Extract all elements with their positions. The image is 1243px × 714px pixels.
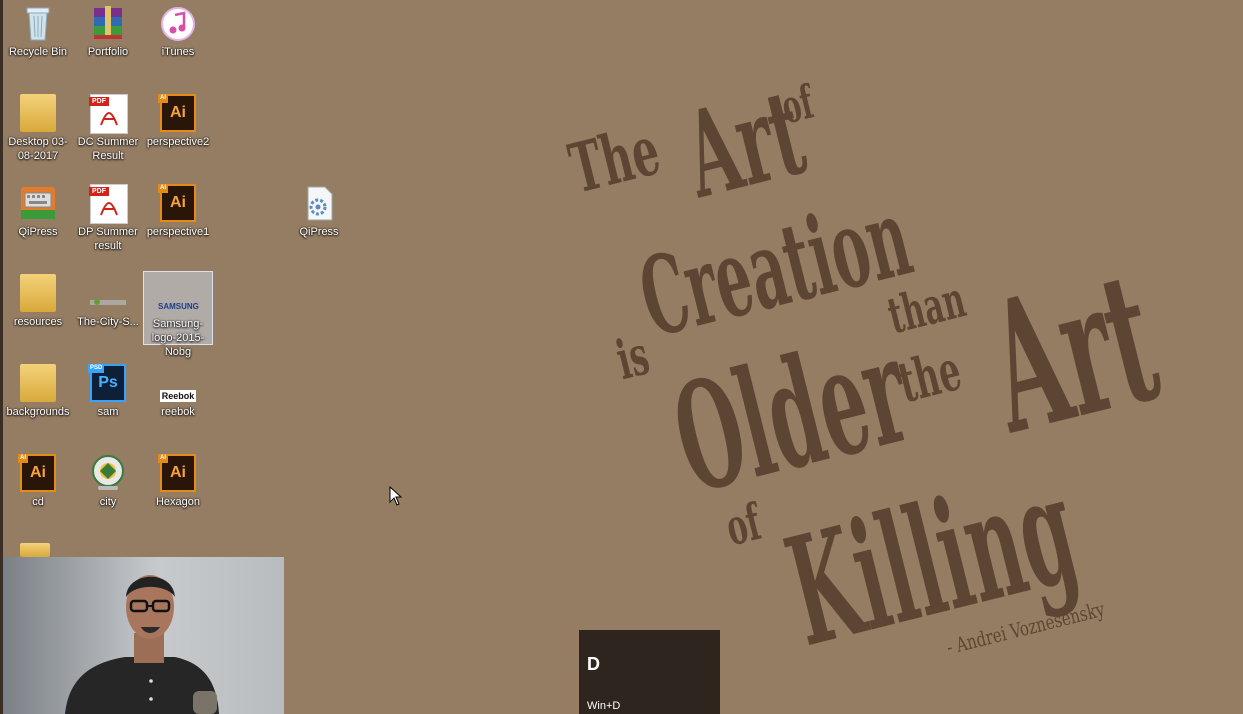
presenter-video [65, 575, 219, 714]
folder-icon[interactable] [20, 543, 50, 557]
file-type-tag: AI [158, 94, 168, 103]
desktop-icon-dc-summer-result[interactable]: PDF DC Summer Result [73, 90, 143, 174]
ai-glyph: Ai [30, 464, 46, 481]
folder-icon [20, 94, 56, 132]
folder-icon [20, 364, 56, 402]
city-logo-icon [90, 454, 126, 492]
photoshop-file-icon: PSD Ps [88, 364, 126, 402]
itunes-icon [160, 4, 196, 42]
desktop-icon-portfolio[interactable]: Portfolio [73, 0, 143, 84]
illustrator-file-icon: AI Ai [158, 454, 196, 492]
wallpaper-quote: The Art of Creation is Older than the Ar… [540, 40, 1220, 680]
desktop-icon-cd[interactable]: AI Ai cd [3, 450, 73, 534]
illustrator-file-icon: AI Ai [158, 184, 196, 222]
recycle-bin-icon [20, 4, 56, 42]
file-type-tag: AI [158, 454, 168, 463]
icon-label: DP Summer result [78, 226, 138, 252]
desktop-icon-city[interactable]: city [73, 450, 143, 534]
desktop-icon-the-city[interactable]: The-City-S... [73, 270, 143, 354]
keyboard-app-icon [20, 184, 56, 222]
desktop-icon-qipress-file[interactable]: QiPress [284, 180, 354, 264]
icon-label: reebok [161, 406, 195, 418]
desktop-icon-desktop-folder[interactable]: Desktop 03-08-2017 [3, 90, 73, 174]
quote-word-is: is [610, 322, 656, 393]
icon-label: Hexagon [155, 496, 201, 508]
settings-file-icon [301, 184, 337, 222]
illustrator-file-icon: AI Ai [18, 454, 56, 492]
ps-glyph: Ps [98, 374, 118, 391]
icon-label: Samsung-logo-2015-Nobg [151, 318, 205, 358]
icon-label: city [99, 496, 117, 508]
icon-label: Recycle Bin [8, 46, 68, 58]
icon-label: backgrounds [6, 406, 70, 418]
desktop-icon-reebok[interactable]: Reebok reebok [143, 360, 213, 444]
folder-icon [20, 274, 56, 312]
reebok-logo-text: Reebok [160, 390, 196, 402]
desktop-icon-backgrounds[interactable]: backgrounds [3, 360, 73, 444]
icon-label: QiPress [18, 226, 58, 238]
icon-label: Desktop 03-08-2017 [8, 136, 68, 162]
desktop-icon-dp-summer-result[interactable]: PDF DP Summer result [73, 180, 143, 264]
desktop-icon-sam[interactable]: PSD Ps sam [73, 360, 143, 444]
webcam-overlay [3, 557, 284, 714]
file-type-tag: AI [18, 454, 28, 463]
desktop-icon-hexagon[interactable]: AI Ai Hexagon [143, 450, 213, 534]
icon-label: cd [32, 496, 44, 508]
icon-label: The-City-S... [77, 316, 139, 328]
illustrator-file-icon: AI Ai [158, 94, 196, 132]
icon-label: perspective1 [146, 226, 210, 238]
samsung-logo-text: SAMSUNG [158, 302, 199, 311]
desktop-icon-resources[interactable]: resources [3, 270, 73, 354]
ai-glyph: Ai [170, 464, 186, 481]
pdf-file-icon: PDF [89, 184, 128, 224]
icon-label: resources [13, 316, 63, 328]
quote-word-art-2: Art [970, 231, 1176, 475]
icon-label: sam [97, 406, 119, 418]
file-type-tag: PDF [89, 187, 109, 196]
reebok-logo-thumbnail-icon: Reebok [160, 364, 196, 402]
quote-word-the: The [562, 110, 668, 210]
shortcut-overlay: D Win+D [579, 630, 720, 714]
desktop-icon-perspective1[interactable]: AI Ai perspective1 [143, 180, 213, 264]
desktop-icon-samsung-logo[interactable]: SAMSUNG Samsung-logo-2015-Nobg [143, 271, 213, 358]
winrar-archive-icon [90, 4, 126, 42]
pdf-file-icon: PDF [89, 94, 128, 134]
icon-label: DC Summer Result [77, 136, 139, 162]
file-type-tag: PSD [88, 364, 105, 373]
ai-glyph: Ai [170, 104, 186, 121]
desktop-icon-recycle-bin[interactable]: Recycle Bin [3, 0, 73, 84]
samsung-logo-thumbnail-icon: SAMSUNG [144, 272, 212, 316]
mouse-cursor-icon [389, 485, 403, 511]
image-thumbnail-icon [90, 274, 126, 312]
file-type-tag: AI [158, 184, 168, 193]
icon-label: Portfolio [87, 46, 129, 58]
desktop-background[interactable]: The Art of Creation is Older than the Ar… [0, 0, 1243, 714]
shortcut-key: D [587, 654, 600, 674]
ai-glyph: Ai [170, 194, 186, 211]
file-type-tag: PDF [89, 97, 109, 106]
desktop-icon-perspective2[interactable]: AI Ai perspective2 [143, 90, 213, 174]
icon-label: QiPress [299, 226, 339, 238]
icon-label: perspective2 [146, 136, 210, 148]
desktop-icon-itunes[interactable]: iTunes [143, 0, 213, 84]
icon-label: iTunes [161, 46, 195, 58]
shortcut-combo: Win+D [587, 700, 621, 712]
desktop-icon-qipress-app[interactable]: QiPress [3, 180, 73, 264]
